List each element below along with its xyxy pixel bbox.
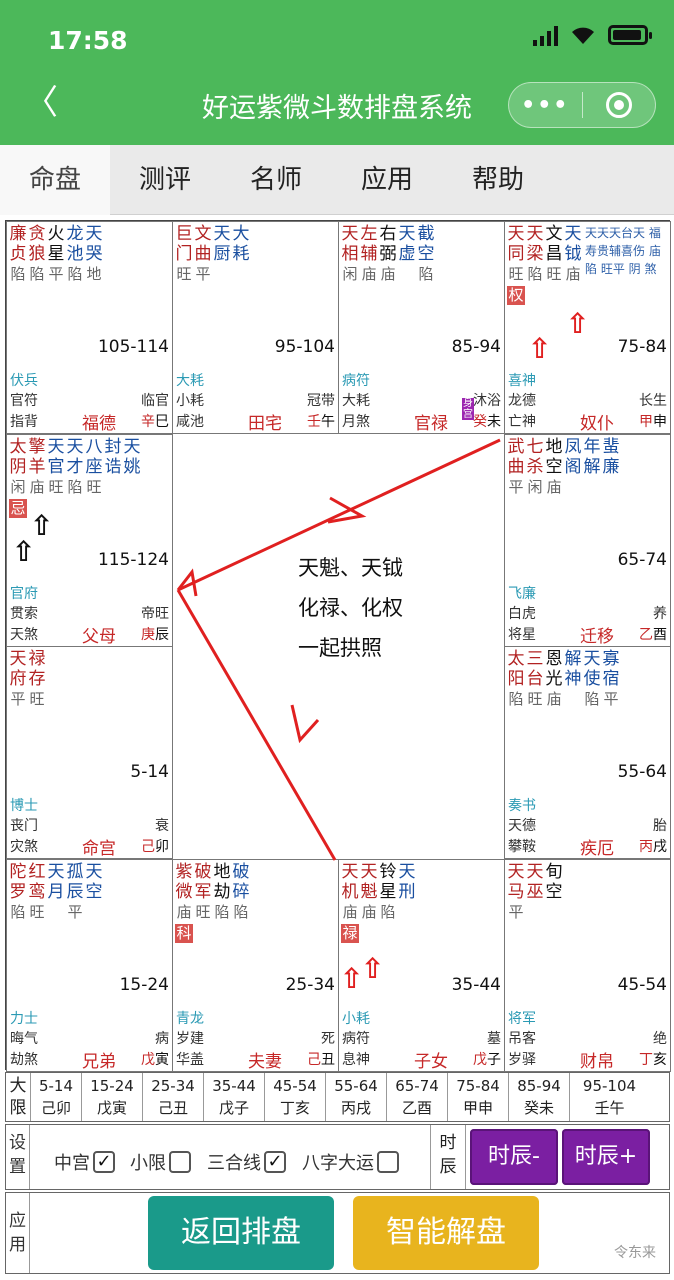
checkbox-checked-icon[interactable]: ✓ — [93, 1151, 115, 1173]
arrow-up-icon: ⇧ — [566, 307, 590, 340]
option-minor-limit[interactable]: 小限 — [130, 1149, 191, 1175]
settings-row: 设置 中宫 ✓ 小限 三合线 ✓ 八字大运 时辰 时辰- 时辰+ — [5, 1124, 670, 1190]
arrow-up-icon: ⇧ — [12, 535, 36, 568]
hour-plus-button[interactable]: 时辰+ — [562, 1129, 650, 1185]
decade-item[interactable]: 45-54 丁亥 — [265, 1073, 326, 1121]
decade-item[interactable]: 75-84 甲申 — [448, 1073, 509, 1121]
arrow-up-icon: ⇧ — [30, 509, 54, 542]
arrow-up-icon: ⇧ — [361, 952, 385, 985]
checkbox-icon[interactable] — [169, 1151, 191, 1173]
decade-item[interactable]: 35-44 戊子 — [204, 1073, 265, 1121]
decade-item[interactable]: 5-14 己卯 — [31, 1073, 82, 1121]
decade-item[interactable]: 55-64 丙戌 — [326, 1073, 387, 1121]
back-to-chart-button[interactable]: 返回排盘 — [148, 1196, 334, 1270]
apply-row: 应用 返回排盘 智能解盘 — [5, 1192, 670, 1274]
decade-item[interactable]: 15-24 戊寅 — [82, 1073, 143, 1121]
hour-minus-button[interactable]: 时辰- — [470, 1129, 558, 1185]
decade-bar: 大限 5-14 己卯 15-24 戊寅 25-34 己丑 35-44 戊子 45-54 丁… — [5, 1072, 670, 1122]
decade-item[interactable]: 95-104 壬午 — [570, 1073, 649, 1121]
option-triad-lines[interactable]: 三合线 ✓ — [207, 1149, 286, 1175]
checkbox-checked-icon[interactable]: ✓ — [264, 1151, 286, 1173]
decade-item[interactable]: 65-74 乙酉 — [387, 1073, 448, 1121]
option-bazi-luck[interactable]: 八字大运 — [302, 1149, 399, 1175]
decade-item[interactable]: 25-34 己丑 — [143, 1073, 204, 1121]
decade-item[interactable]: 85-94 癸未 — [509, 1073, 570, 1121]
arrow-up-icon: ⇧ — [340, 962, 364, 995]
checkbox-icon[interactable] — [377, 1151, 399, 1173]
smart-interpret-button[interactable]: 智能解盘 — [353, 1196, 539, 1270]
watermark: 令东来 — [614, 1245, 656, 1261]
option-center-palace[interactable]: 中宫 ✓ — [54, 1149, 115, 1175]
arrow-up-icon: ⇧ — [528, 332, 552, 365]
